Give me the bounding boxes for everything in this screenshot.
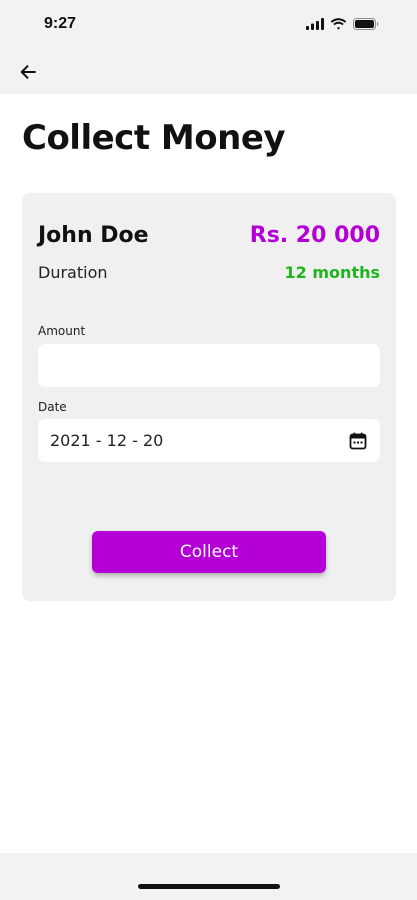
collect-button[interactable]: Collect — [92, 531, 326, 573]
total-amount: Rs. 20 000 — [249, 223, 380, 248]
customer-name: John Doe — [38, 223, 149, 248]
amount-label: Amount — [38, 324, 86, 338]
amount-input[interactable] — [38, 344, 380, 387]
date-label: Date — [38, 400, 67, 414]
date-field[interactable]: 2021 - 12 - 20 — [38, 419, 380, 462]
page-title: Collect Money — [22, 118, 286, 158]
bottom-bar — [0, 853, 417, 900]
status-bar: 9:27 — [0, 0, 417, 48]
collection-card: John Doe Rs. 20 000 Duration 12 months A… — [22, 193, 396, 601]
back-button[interactable] — [14, 58, 42, 86]
status-time: 9:27 — [44, 15, 77, 32]
arrow-left-icon — [20, 65, 36, 79]
duration-label: Duration — [38, 263, 108, 282]
status-icons — [306, 18, 379, 30]
battery-icon — [353, 18, 379, 30]
cellular-signal-icon — [306, 18, 324, 30]
date-value: 2021 - 12 - 20 — [50, 431, 164, 450]
app-bar — [0, 48, 417, 94]
home-indicator[interactable] — [138, 884, 280, 889]
duration-value: 12 months — [284, 263, 380, 282]
wifi-icon — [330, 18, 347, 30]
calendar-icon[interactable] — [348, 431, 368, 451]
